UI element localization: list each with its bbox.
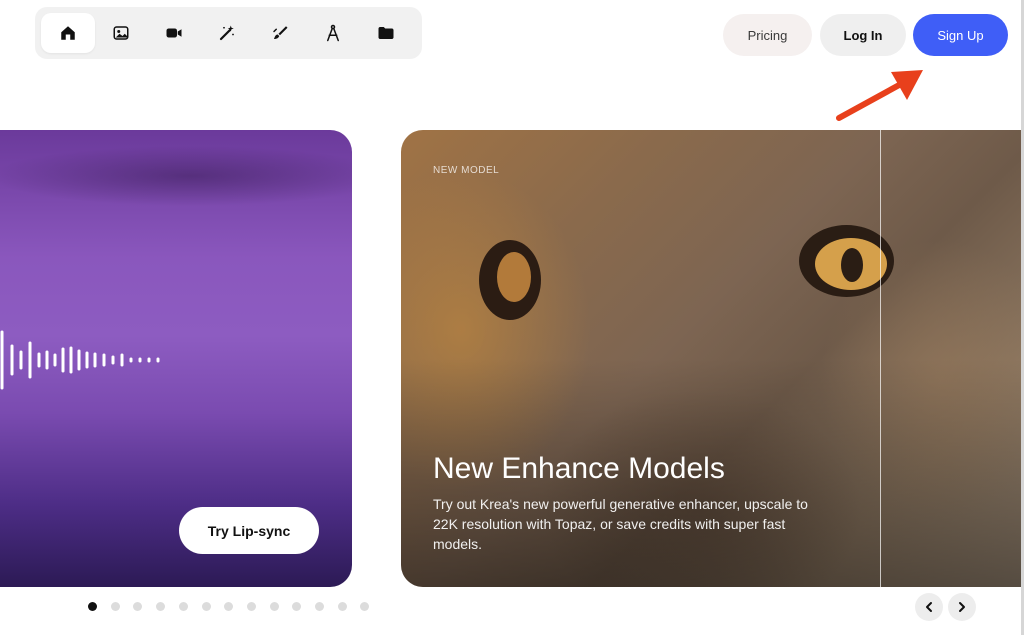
carousel-next-button[interactable] [948, 593, 976, 621]
slide-title: New Enhance Models [433, 452, 725, 485]
image-icon [113, 26, 129, 40]
pricing-button[interactable]: Pricing [723, 14, 812, 56]
pagination-dot[interactable] [269, 602, 279, 611]
tool-enhance-button[interactable] [200, 13, 254, 53]
pagination-dot[interactable] [246, 602, 256, 611]
pagination-dot[interactable] [224, 602, 234, 611]
annotation-arrow-icon [836, 70, 923, 121]
carousel-prev-button[interactable] [915, 593, 943, 621]
tool-home-button[interactable] [41, 13, 95, 53]
magic-wand-icon [219, 25, 234, 41]
tool-edit-button[interactable] [253, 13, 307, 53]
pagination-dot[interactable] [201, 602, 211, 611]
pagination-dot[interactable] [133, 602, 143, 611]
tool-image-button[interactable] [94, 13, 148, 53]
home-icon [61, 26, 75, 40]
tool-compass-button[interactable] [306, 13, 360, 53]
new-model-badge: NEW MODEL [433, 165, 500, 176]
pagination-dot[interactable] [360, 602, 370, 611]
compare-slider-handle[interactable] [880, 130, 881, 587]
chevron-right-icon [959, 602, 965, 612]
tool-toolbar [35, 7, 422, 59]
login-button[interactable]: Log In [820, 14, 906, 56]
lipsync-slide[interactable]: Try Lip-sync [0, 130, 352, 587]
signup-button[interactable]: Sign Up [913, 14, 1008, 56]
slide-description: Try out Krea's new powerful generative e… [433, 496, 808, 552]
enhance-slide[interactable]: NEW MODEL New Enhance Models Try out Kre… [401, 130, 1021, 587]
pagination-dot[interactable] [156, 602, 166, 611]
pagination-dot[interactable] [178, 602, 188, 611]
chevron-left-icon [926, 602, 932, 612]
video-icon [166, 28, 182, 38]
audio-waveform-icon [0, 330, 160, 390]
pagination-dot[interactable] [315, 602, 324, 611]
pagination-dot[interactable] [88, 602, 97, 611]
tool-video-button[interactable] [147, 13, 201, 53]
try-lipsync-button[interactable]: Try Lip-sync [179, 507, 319, 554]
folder-icon [378, 27, 394, 39]
compass-icon [327, 24, 339, 42]
tool-assets-button[interactable] [359, 13, 413, 53]
pagination-dot[interactable] [292, 602, 302, 611]
brush-icon [273, 26, 288, 39]
pagination-dot[interactable] [337, 602, 347, 611]
pagination-dot[interactable] [110, 602, 120, 611]
